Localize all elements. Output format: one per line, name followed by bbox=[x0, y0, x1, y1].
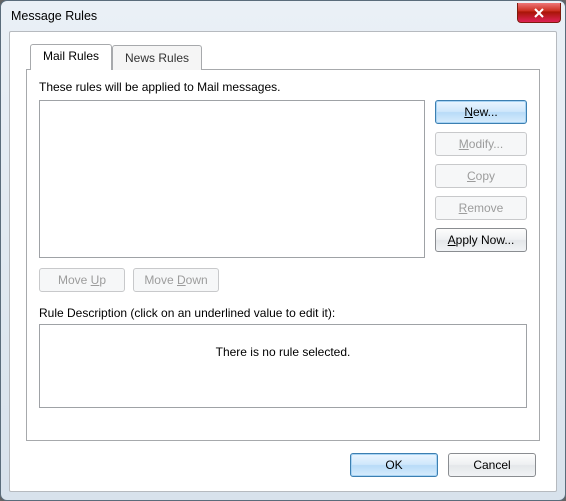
tab-mail-rules[interactable]: Mail Rules bbox=[30, 44, 112, 70]
description-label: Rule Description (click on an underlined… bbox=[39, 306, 527, 320]
rules-row: New... Modify... Copy Remove Apply Now..… bbox=[39, 100, 527, 258]
apply-description: These rules will be applied to Mail mess… bbox=[39, 80, 527, 94]
move-up-button: Move Up bbox=[39, 268, 125, 292]
move-row: Move Up Move Down bbox=[39, 268, 527, 292]
dialog-footer: OK Cancel bbox=[26, 453, 540, 477]
tab-news-rules[interactable]: News Rules bbox=[112, 45, 202, 70]
close-icon bbox=[533, 8, 545, 18]
copy-button: Copy bbox=[435, 164, 527, 188]
no-rule-text: There is no rule selected. bbox=[216, 345, 351, 359]
rules-listbox[interactable] bbox=[39, 100, 425, 258]
tab-panel: These rules will be applied to Mail mess… bbox=[26, 69, 540, 441]
remove-button: Remove bbox=[435, 196, 527, 220]
cancel-button[interactable]: Cancel bbox=[448, 453, 536, 477]
ok-button[interactable]: OK bbox=[350, 453, 438, 477]
apply-now-button[interactable]: Apply Now... bbox=[435, 228, 527, 252]
modify-button: Modify... bbox=[435, 132, 527, 156]
titlebar: Message Rules bbox=[1, 1, 565, 31]
close-button[interactable] bbox=[517, 3, 561, 23]
description-box: There is no rule selected. bbox=[39, 324, 527, 408]
client-area: Mail Rules News Rules These rules will b… bbox=[9, 31, 557, 492]
dialog-window: Message Rules Mail Rules News Rules Thes… bbox=[0, 0, 566, 501]
window-title: Message Rules bbox=[11, 9, 517, 23]
side-button-column: New... Modify... Copy Remove Apply Now..… bbox=[435, 100, 527, 258]
new-button[interactable]: New... bbox=[435, 100, 527, 124]
move-down-button: Move Down bbox=[133, 268, 219, 292]
tabstrip: Mail Rules News Rules bbox=[30, 44, 540, 70]
